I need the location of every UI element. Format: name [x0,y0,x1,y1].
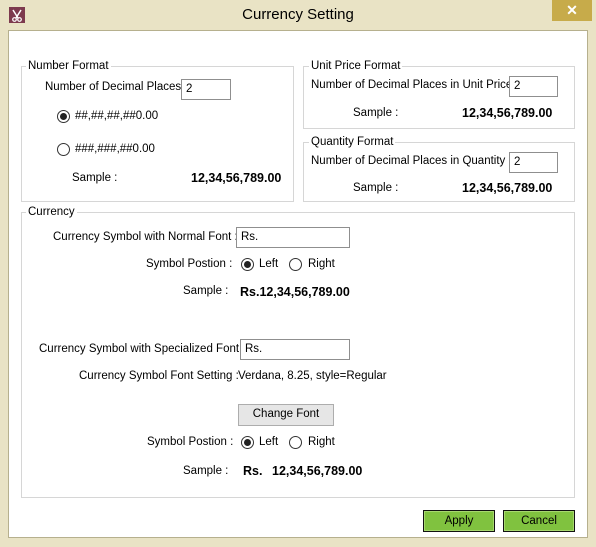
normal-position-label: Symbol Postion : [146,258,233,270]
special-position-left-radio[interactable] [241,436,254,449]
close-icon: ✕ [566,2,578,18]
window-title: Currency Setting [242,6,354,23]
special-sample-label: Sample : [183,465,229,477]
special-position-right-radio[interactable] [289,436,302,449]
quantity-sample-value: 12,34,56,789.00 [462,181,553,195]
unit-price-decimal-label: Number of Decimal Places in Unit Price : [311,79,519,91]
font-setting-value: Verdana, 8.25, style=Regular [238,370,387,382]
special-position-label: Symbol Postion : [147,436,234,448]
normal-position-left-label[interactable]: Left [259,258,278,270]
special-position-right-label[interactable]: Right [308,436,335,448]
title-bar: Currency Setting ✕ [0,0,596,30]
decimal-places-input[interactable]: 2 [181,79,231,100]
quantity-sample-label: Sample : [353,182,399,194]
quantity-decimal-input[interactable]: 2 [509,152,558,173]
unit-price-sample-label: Sample : [353,107,399,119]
special-sample-symbol: Rs. [243,464,263,478]
quantity-decimal-label: Number of Decimal Places in Quantity : [311,155,512,167]
currency-legend: Currency [26,205,77,219]
unit-price-sample-value: 12,34,56,789.00 [462,106,553,120]
unit-price-decimal-input[interactable]: 2 [509,76,558,97]
normal-symbol-input[interactable]: Rs. [236,227,350,248]
cancel-button[interactable]: Cancel [503,510,575,532]
normal-sample-value: Rs.12,34,56,789.00 [240,285,350,299]
format-option1-label[interactable]: ##,##,##,##0.00 [75,110,158,122]
format-option2-radio[interactable] [57,143,70,156]
special-position-left-label[interactable]: Left [259,436,278,448]
font-setting-label: Currency Symbol Font Setting : [79,370,239,382]
format-option2-label[interactable]: ###,###,##0.00 [75,143,155,155]
normal-position-right-radio[interactable] [289,258,302,271]
close-button[interactable]: ✕ [552,0,592,21]
unit-price-format-legend: Unit Price Format [309,59,403,73]
normal-position-right-label[interactable]: Right [308,258,335,270]
special-symbol-input[interactable]: Rs. [240,339,350,360]
apply-button[interactable]: Apply [423,510,495,532]
special-symbol-label: Currency Symbol with Specialized Font: [39,343,243,355]
normal-symbol-label: Currency Symbol with Normal Font : [53,231,238,243]
decimal-places-label: Number of Decimal Places : [45,81,188,93]
normal-position-left-radio[interactable] [241,258,254,271]
number-sample-value: 12,34,56,789.00 [191,171,282,185]
quantity-format-legend: Quantity Format [309,135,396,149]
format-option1-radio[interactable] [57,110,70,123]
special-sample-value: 12,34,56,789.00 [272,464,363,478]
normal-sample-label: Sample : [183,285,229,297]
change-font-button[interactable]: Change Font [238,404,334,426]
number-format-legend: Number Format [26,59,111,73]
number-sample-label: Sample : [72,172,118,184]
